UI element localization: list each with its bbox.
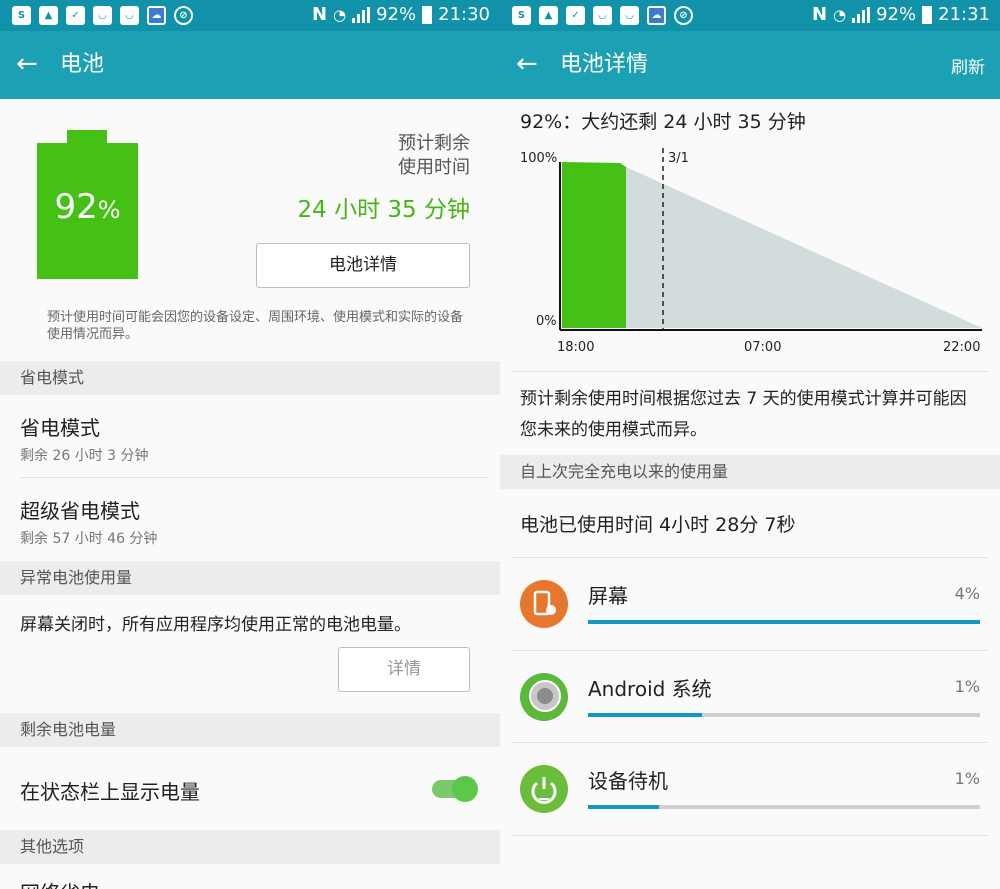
status-bar: S ▲ ✓ ◡ ◡ ☁ ⊘ N ◔ 92% 21:31 xyxy=(500,0,1000,31)
nfc-icon: N xyxy=(811,4,828,25)
network-saving-item[interactable]: 网络省电 xyxy=(20,877,100,889)
divider xyxy=(20,477,488,478)
blocked-icon: ⊘ xyxy=(674,6,693,25)
usage-bar xyxy=(588,805,980,809)
cloud-icon: ☁ xyxy=(147,6,166,25)
back-arrow-icon[interactable]: ← xyxy=(516,47,538,81)
battery-level: 92 xyxy=(54,187,98,227)
section-header-other: 其他选项 xyxy=(0,830,500,864)
back-arrow-icon[interactable]: ← xyxy=(16,47,38,81)
s-app-icon: S xyxy=(12,6,31,25)
refresh-button[interactable]: 刷新 xyxy=(951,53,985,78)
android-system-icon xyxy=(520,673,568,721)
blocked-icon: ⊘ xyxy=(174,6,193,25)
app-bar: ← 电池 xyxy=(0,31,500,99)
usage-percent: 4% xyxy=(954,584,980,603)
usage-row-device-idle[interactable]: 设备待机 1% xyxy=(512,743,988,835)
section-header-remaining: 剩余电池电量 xyxy=(0,713,500,747)
estimate-label-line2: 使用时间 xyxy=(398,157,470,178)
page-title: 电池 xyxy=(60,52,105,77)
usage-bar xyxy=(588,620,980,624)
status-battery-percent: 92% xyxy=(876,4,917,25)
gallery-icon: ▲ xyxy=(539,6,558,25)
section-header-abnormal-usage: 异常电池使用量 xyxy=(0,561,500,595)
ultra-saving-subtitle: 剩余 57 小时 46 分钟 xyxy=(20,531,158,547)
message-icon: ◡ xyxy=(620,6,639,25)
wifi-icon: ◔ xyxy=(833,5,847,24)
date-marker-label: 3/1 xyxy=(668,151,689,166)
battery-graphic-terminal xyxy=(67,130,107,143)
page-title: 电池详情 xyxy=(560,52,649,77)
section-header-usage: 自上次完全充电以来的使用量 xyxy=(500,455,1000,489)
divider xyxy=(512,371,988,372)
percent-remaining-line: 92%：大约还剩 24 小时 35 分钟 xyxy=(520,111,806,133)
abnormal-usage-text: 屏幕关闭时，所有应用程序均使用正常的电池电量。 xyxy=(20,615,411,635)
status-bar: S ▲ ✓ ◡ ◡ ☁ ⊘ N ◔ 92% 21:30 xyxy=(0,0,500,31)
usage-row-android-system[interactable]: Android 系统 1% xyxy=(512,651,988,743)
battery-details-button[interactable]: 电池详情 xyxy=(256,243,470,288)
estimate-note: 预计使用时间可能会因您的设备设定、周围环境、使用模式和实际的设备使用情况而异。 xyxy=(47,310,464,342)
status-time: 21:30 xyxy=(438,4,490,25)
battery-unit: % xyxy=(97,196,121,224)
battery-graphic: 92% xyxy=(37,143,138,279)
battery-status-icon xyxy=(422,5,433,24)
usage-percent: 1% xyxy=(954,677,980,696)
usage-name: Android 系统 xyxy=(588,677,712,701)
gallery-icon: ▲ xyxy=(39,6,58,25)
usage-row-screen[interactable]: 屏幕 4% xyxy=(512,558,988,650)
usage-bar-fill xyxy=(588,805,659,809)
predicted-area xyxy=(626,166,982,328)
estimate-label: 预计剩余 使用时间 xyxy=(270,132,470,180)
show-percent-label: 在状态栏上显示电量 xyxy=(20,780,200,804)
signal-icon xyxy=(352,6,371,23)
actual-usage-area xyxy=(562,162,626,328)
divider xyxy=(512,835,988,836)
cloud-icon: ☁ xyxy=(647,6,666,25)
x-tick-22-00: 22:00 xyxy=(943,340,980,355)
message-icon: ◡ xyxy=(120,6,139,25)
nfc-icon: N xyxy=(311,4,328,25)
usage-bar-fill xyxy=(588,713,702,717)
ultra-saving-title: 超级省电模式 xyxy=(20,499,140,523)
notification-icon: ◡ xyxy=(93,6,112,25)
x-tick-18-00: 18:00 xyxy=(557,340,594,355)
s-app-icon: S xyxy=(512,6,531,25)
usage-name: 设备待机 xyxy=(588,769,668,793)
battery-details-screen: S ▲ ✓ ◡ ◡ ☁ ⊘ N ◔ 92% 21:31 ← 电池详情 刷新 92… xyxy=(500,0,1000,889)
checklist-icon: ✓ xyxy=(66,6,85,25)
battery-usage-chart: 100% 0% 3/1 18:00 07:00 22:00 xyxy=(520,148,982,355)
estimate-explanation: 预计剩余使用时间根据您过去 7 天的使用模式计算并可能因您未来的使用模式而异。 xyxy=(520,389,967,440)
notification-icon: ◡ xyxy=(593,6,612,25)
status-time: 21:31 xyxy=(938,4,990,25)
screen-icon xyxy=(520,580,568,628)
y-label-0: 0% xyxy=(536,314,557,329)
power-saving-subtitle: 剩余 26 小时 3 分钟 xyxy=(20,448,149,464)
battery-status-icon xyxy=(922,5,933,24)
usage-percent: 1% xyxy=(954,769,980,788)
signal-icon xyxy=(852,6,871,23)
wifi-icon: ◔ xyxy=(333,5,347,24)
estimate-label-line1: 预计剩余 xyxy=(398,133,470,154)
estimated-time: 24 小时 35 分钟 xyxy=(297,197,470,223)
abnormal-details-button[interactable]: 详情 xyxy=(338,647,470,692)
battery-screen: S ▲ ✓ ◡ ◡ ☁ ⊘ N ◔ 92% 21:30 ← 电池 92% 预计剩… xyxy=(0,0,500,889)
power-saving-title: 省电模式 xyxy=(20,416,100,440)
usage-bar-fill xyxy=(588,620,980,624)
section-header-power-saving: 省电模式 xyxy=(0,361,500,395)
x-tick-07-00: 07:00 xyxy=(744,340,781,355)
battery-used-time: 电池已使用时间 4小时 28分 7秒 xyxy=(520,514,796,536)
power-icon xyxy=(520,765,568,813)
checklist-icon: ✓ xyxy=(566,6,585,25)
status-battery-percent: 92% xyxy=(376,4,417,25)
toggle-knob[interactable] xyxy=(452,776,478,802)
app-bar: ← 电池详情 刷新 xyxy=(500,31,1000,99)
usage-name: 屏幕 xyxy=(588,584,628,608)
y-label-100: 100% xyxy=(520,151,557,166)
usage-bar xyxy=(588,713,980,717)
